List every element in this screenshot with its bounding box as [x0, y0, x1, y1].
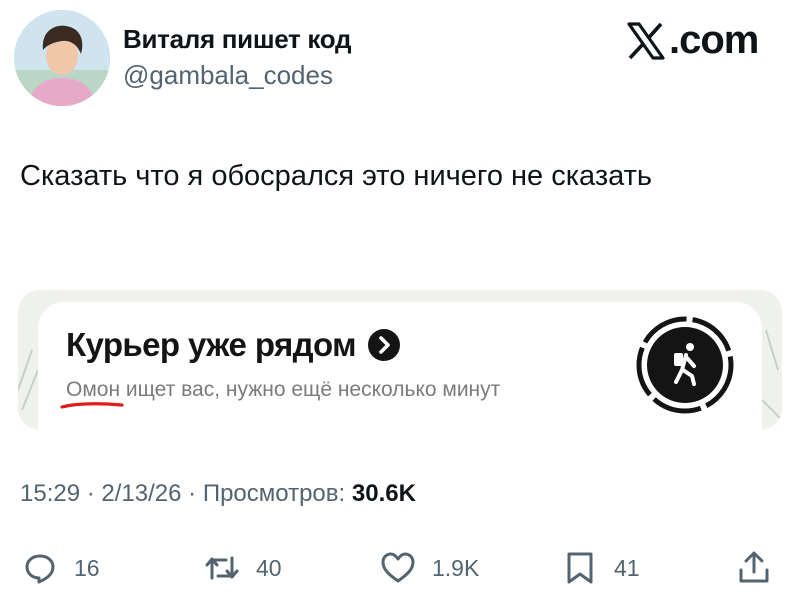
brand-watermark: .com: [626, 18, 759, 63]
repost-icon: [205, 556, 239, 580]
delivery-status-title-text: Курьер уже рядом: [66, 326, 356, 363]
walking-person-icon: [636, 316, 734, 414]
subtitle-rest-text: ищет вас, нужно ещё несколько минут: [120, 378, 501, 401]
share-icon: [739, 551, 769, 583]
heart-icon: [381, 552, 415, 583]
x-logo-icon: [627, 21, 665, 60]
chevron-right-icon: [367, 329, 400, 361]
author-display-name[interactable]: Виталя пишет код: [123, 24, 352, 55]
avatar-photo: [14, 10, 110, 106]
tweet-date[interactable]: 2/13/26: [101, 480, 181, 507]
reply-button[interactable]: 16: [22, 548, 100, 588]
bookmark-icon: [567, 552, 593, 584]
share-button[interactable]: [736, 548, 772, 588]
action-bar: 16 40 1.9K 41: [0, 548, 800, 588]
subtitle-underlined-word: Омон: [60, 378, 124, 409]
bookmark-count: 41: [614, 554, 640, 581]
meta-separator: ·: [188, 480, 203, 507]
red-underline-mark: [60, 402, 124, 409]
reply-count: 16: [74, 554, 100, 581]
avatar[interactable]: [14, 10, 110, 106]
tweet-text: Сказать что я обосрался это ничего не ск…: [20, 160, 653, 192]
media-image[interactable]: Курьер уже рядом Омон ищет вас, нужно ещ…: [18, 290, 782, 430]
delivery-status-title: Курьер уже рядом: [66, 326, 400, 364]
repost-count: 40: [256, 554, 282, 581]
reply-icon: [25, 554, 55, 584]
meta-separator: ·: [86, 480, 102, 507]
delivery-status-subtitle: Омон ищет вас, нужно ещё несколько минут: [60, 378, 501, 409]
author-handle[interactable]: @gambala_codes: [123, 60, 333, 91]
repost-button[interactable]: 40: [204, 548, 282, 588]
like-count: 1.9K: [432, 554, 480, 581]
like-button[interactable]: 1.9K: [380, 548, 479, 588]
views-count: 30.6K: [351, 480, 416, 507]
views-label: Просмотров:: [202, 480, 346, 507]
bookmark-button[interactable]: 41: [562, 548, 640, 588]
tweet-time[interactable]: 15:29: [20, 480, 80, 507]
tweet-meta: 15:29 · 2/13/26 · Просмотров: 30.6K: [20, 480, 416, 508]
brand-domain: .com: [669, 18, 759, 62]
